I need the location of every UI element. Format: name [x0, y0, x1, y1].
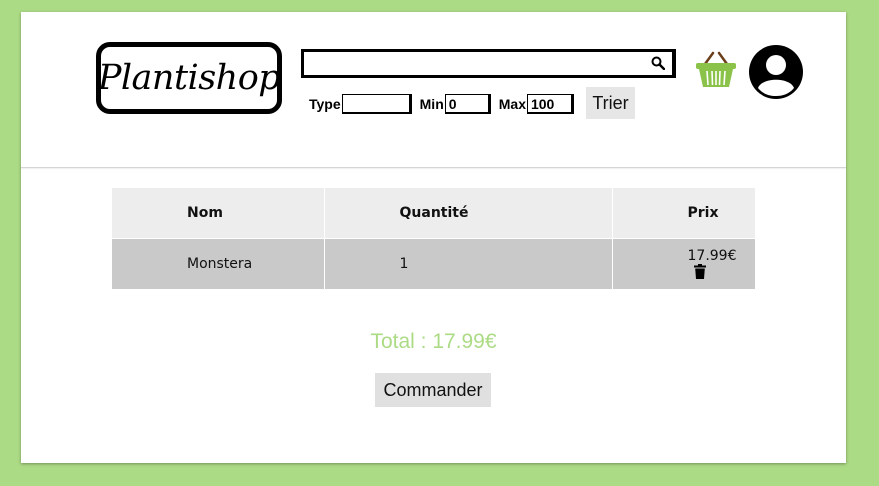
min-input[interactable] [444, 94, 491, 114]
item-price: 17.99€ [687, 247, 737, 264]
logo[interactable]: Plantishop [96, 42, 282, 114]
page-card: Plantishop Type Min Max Trier [21, 12, 846, 463]
type-label: Type [309, 96, 341, 112]
item-quantity: 1 [324, 238, 613, 289]
cart-header-row: Nom Quantité Prix [112, 188, 755, 239]
table-row: Monstera 1 17.99€ [112, 238, 755, 289]
header: Plantishop Type Min Max Trier [21, 12, 846, 168]
column-header-quantity: Quantité [324, 188, 613, 239]
column-header-name: Nom [112, 188, 325, 239]
max-input[interactable] [526, 94, 574, 114]
sort-button[interactable]: Trier [586, 87, 635, 119]
header-divider [21, 167, 846, 168]
account-icon[interactable] [748, 44, 804, 100]
trash-icon[interactable] [693, 263, 706, 279]
search-input[interactable] [304, 52, 652, 75]
filter-bar: Type Min Max [309, 91, 582, 117]
min-label: Min [419, 96, 444, 112]
search-icon[interactable] [651, 56, 665, 70]
item-price-cell: 17.99€ [612, 238, 755, 289]
type-input[interactable] [341, 94, 412, 114]
search-bar [301, 49, 676, 78]
item-name: Monstera [112, 238, 325, 289]
cart-table: Nom Quantité Prix Monstera 1 17.99€ [112, 188, 755, 289]
order-button[interactable]: Commander [375, 373, 491, 407]
basket-icon[interactable] [695, 50, 737, 90]
cart-total: Total : 17.99€ [370, 330, 497, 353]
column-header-price: Prix [612, 188, 755, 239]
max-label: Max [498, 96, 526, 112]
